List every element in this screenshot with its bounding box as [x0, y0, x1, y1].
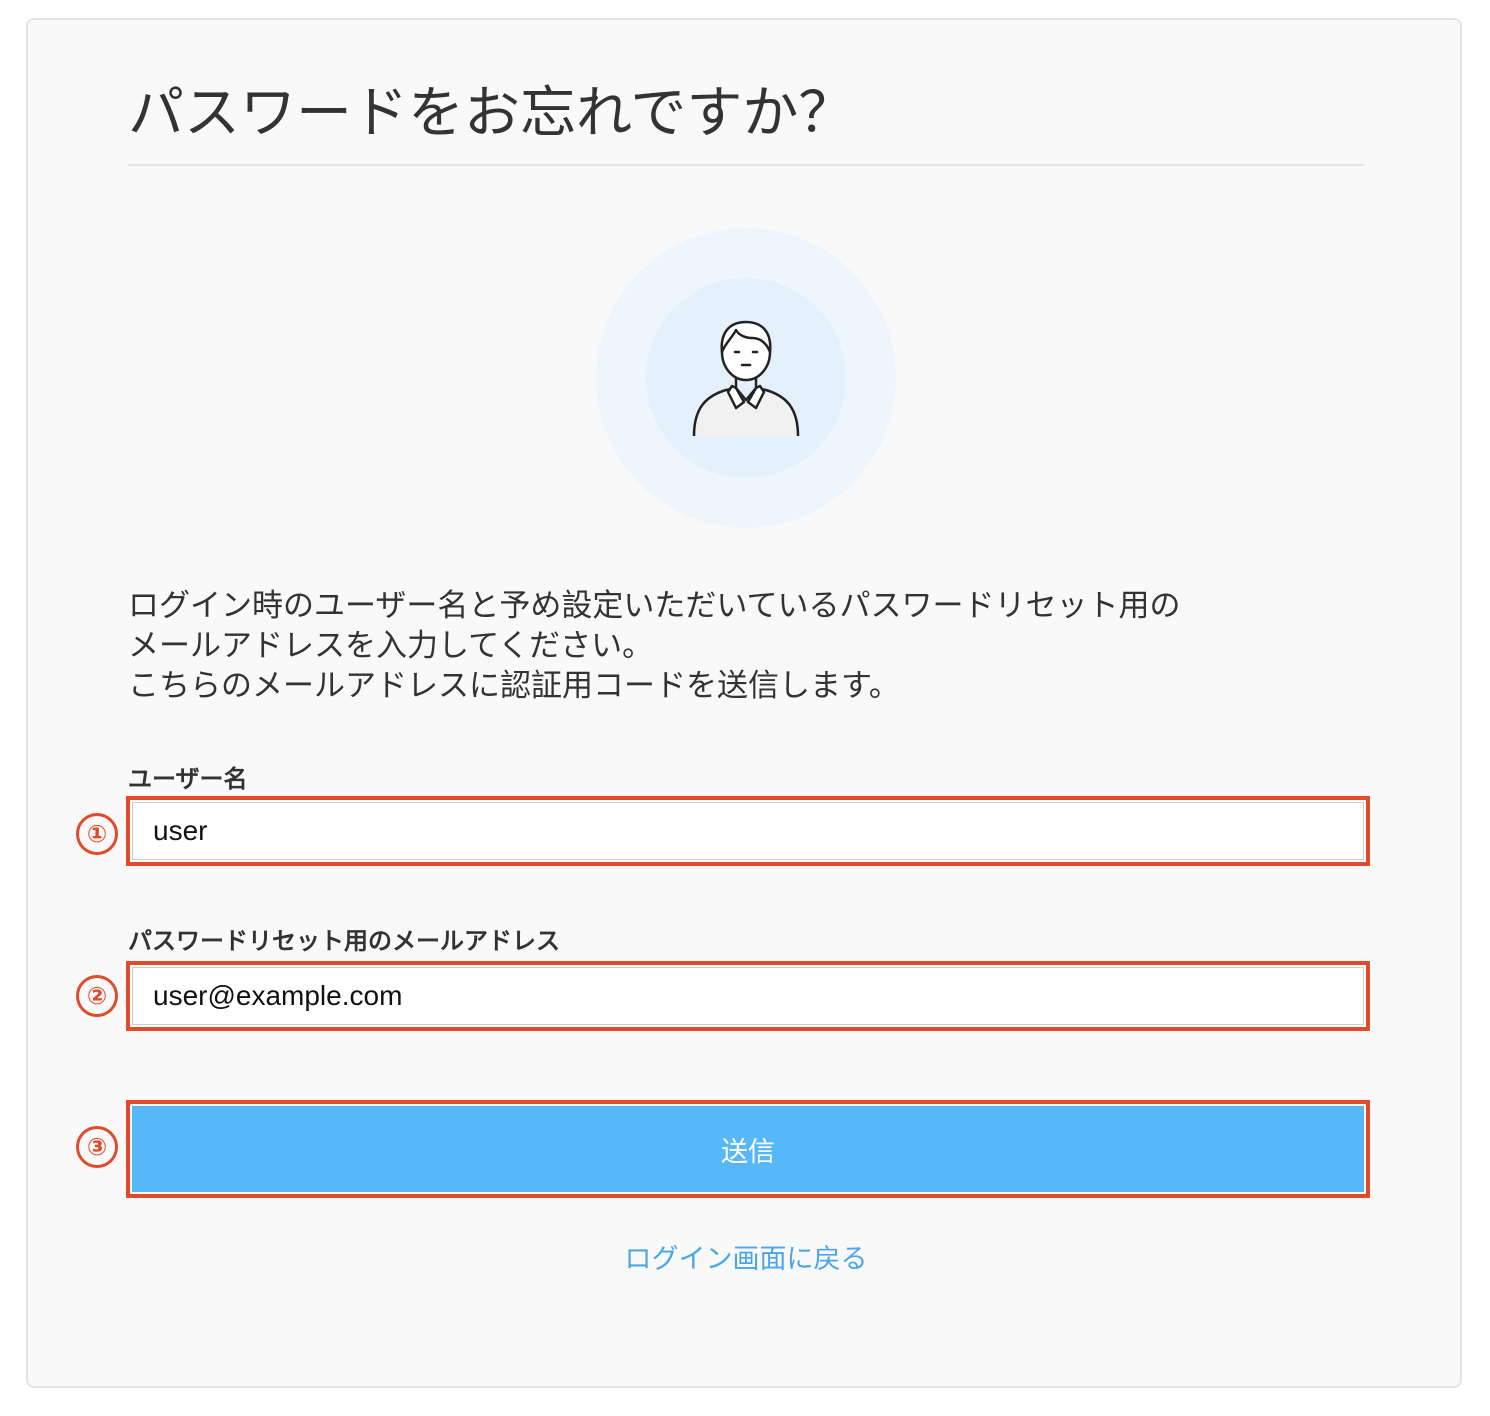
email-highlight-frame — [126, 961, 1370, 1031]
avatar-inner-circle — [646, 278, 846, 478]
avatar-outer-circle — [596, 228, 896, 528]
username-label: ユーザー名 — [128, 765, 248, 793]
title-divider — [128, 164, 1364, 166]
instructions-line: こちらのメールアドレスに認証用コードを送信します。 — [128, 668, 900, 704]
annotation-marker-1: ① — [76, 813, 118, 855]
reset-password-card: パスワードをお忘れですか？ ログイン時のユーザー名と予め設定いただいているパスワ… — [26, 18, 1462, 1388]
email-input[interactable] — [132, 967, 1364, 1025]
user-avatar-icon — [692, 320, 800, 437]
annotation-marker-2: ② — [76, 975, 118, 1017]
submit-button[interactable]: 送信 — [132, 1106, 1364, 1192]
instructions-line: メールアドレスを入力してください。 — [128, 628, 654, 664]
annotation-marker-3: ③ — [76, 1126, 118, 1168]
submit-highlight-frame: 送信 — [126, 1100, 1370, 1198]
instructions-text: ログイン時のユーザー名と予め設定いただいているパスワードリセット用の メールアド… — [128, 586, 1378, 706]
email-label: パスワードリセット用のメールアドレス — [128, 927, 560, 955]
page-title: パスワードをお忘れですか？ — [128, 81, 855, 146]
back-to-login-link[interactable]: ログイン画面に戻る — [28, 1242, 1464, 1278]
username-highlight-frame — [126, 796, 1370, 866]
username-input[interactable] — [132, 802, 1364, 860]
instructions-line: ログイン時のユーザー名と予め設定いただいているパスワードリセット用の — [128, 588, 1181, 624]
